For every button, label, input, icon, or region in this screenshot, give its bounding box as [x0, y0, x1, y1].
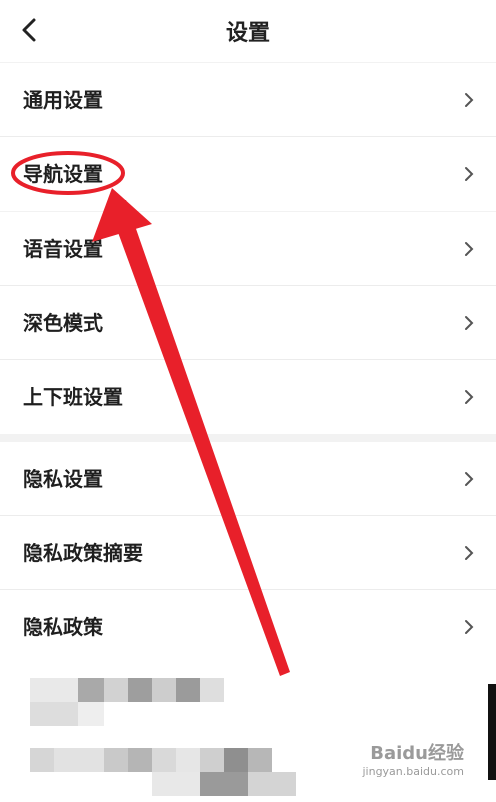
settings-item-label: 隐私政策摘要 — [23, 541, 143, 565]
top-bar: 设置 — [0, 0, 496, 62]
settings-group-2: 语音设置 深色模式 上下班设置 — [0, 212, 496, 434]
chevron-right-icon — [465, 167, 474, 181]
settings-item-label: 隐私设置 — [23, 467, 103, 491]
settings-item-navigation[interactable]: 导航设置 — [0, 137, 496, 211]
settings-item-privacy[interactable]: 隐私设置 — [0, 442, 496, 516]
watermark-text: Baidu经验 — [370, 743, 464, 764]
chevron-right-icon — [465, 242, 474, 256]
chevron-right-icon — [465, 93, 474, 107]
settings-group-1: 通用设置 导航设置 — [0, 63, 496, 211]
settings-item-label: 上下班设置 — [23, 385, 123, 409]
settings-item-general[interactable]: 通用设置 — [0, 63, 496, 137]
settings-item-voice[interactable]: 语音设置 — [0, 212, 496, 286]
chevron-right-icon — [465, 316, 474, 330]
settings-item-privacy-policy[interactable]: 隐私政策 — [0, 590, 496, 664]
chevron-right-icon — [465, 620, 474, 634]
settings-item-dark-mode[interactable]: 深色模式 — [0, 286, 496, 360]
chevron-right-icon — [465, 472, 474, 486]
watermark-sub: jingyan.baidu.com — [362, 765, 464, 778]
settings-item-commute[interactable]: 上下班设置 — [0, 360, 496, 434]
chevron-right-icon — [465, 390, 474, 404]
settings-item-label: 隐私政策 — [23, 615, 103, 639]
page-title: 设置 — [225, 21, 270, 46]
settings-item-label: 导航设置 — [23, 162, 103, 186]
settings-group-3: 隐私设置 隐私政策摘要 隐私政策 — [0, 442, 496, 664]
settings-item-label: 通用设置 — [23, 88, 103, 112]
settings-item-label: 语音设置 — [23, 237, 103, 261]
pixelated-area — [0, 664, 496, 802]
settings-item-label: 深色模式 — [23, 311, 103, 335]
baidu-watermark: Baidu经验 jingyan.baidu.com — [362, 739, 464, 778]
settings-item-privacy-summary[interactable]: 隐私政策摘要 — [0, 516, 496, 590]
chevron-right-icon — [465, 546, 474, 560]
